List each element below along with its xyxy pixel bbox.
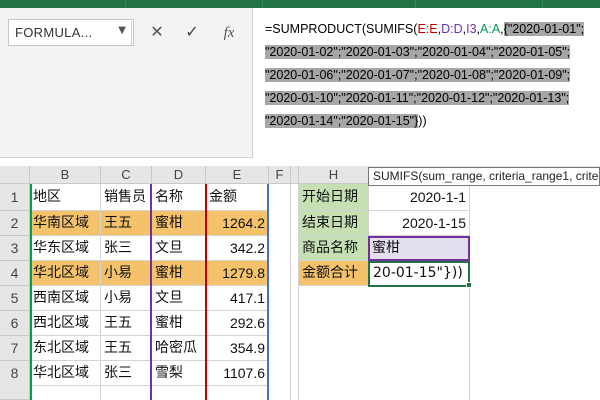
column-header-b[interactable]: B (30, 166, 101, 184)
ribbon-strip (0, 0, 600, 8)
table-cell-amount[interactable]: 417.1 (206, 286, 269, 311)
select-all-corner[interactable] (0, 166, 30, 184)
ribbon-divider (262, 0, 263, 8)
column-g-cells[interactable] (291, 184, 299, 400)
column-f-cells[interactable] (269, 184, 291, 400)
row-header-7[interactable]: 7 (0, 336, 30, 361)
formula-input[interactable]: =SUMPRODUCT(SUMIFS(E:E,D:D,I3,A:A,{"2020… (253, 8, 600, 158)
row-header-8[interactable]: 8 (0, 361, 30, 400)
row-header-1[interactable]: 1 (0, 184, 30, 211)
ribbon-divider (542, 0, 543, 8)
column-header-c[interactable]: C (101, 166, 152, 184)
table-cell-region[interactable]: 西北区域 (30, 311, 101, 336)
table-cell-amount[interactable]: 1264.2 (206, 211, 269, 236)
table-cell-empty[interactable] (152, 386, 206, 400)
name-box[interactable]: FORMULA... ▼ (8, 19, 134, 46)
start-date-value[interactable]: 2020-1-1 (369, 184, 470, 211)
cancel-icon[interactable]: ✕ (146, 22, 168, 44)
formula-array-part: "2020-01-02";"2020-01-03";"2020-01-04";"… (265, 45, 571, 59)
formula-line-5: "2020-01-14";"2020-01-15"})) (265, 110, 584, 133)
table-cell-seller[interactable]: 王五 (101, 336, 152, 361)
row-header-3[interactable]: 3 (0, 236, 30, 261)
table-cell-amount[interactable]: 354.9 (206, 336, 269, 361)
product-name-label[interactable]: 商品名称 (299, 236, 369, 261)
formula-array-end: "2020-01-14";"2020-01-15"} (265, 114, 419, 128)
formula-arg-criteria: I3 (466, 22, 477, 36)
table-cell-seller[interactable]: 张三 (101, 236, 152, 261)
formula-text: =SUMPRODUCT(SUMIFS(E:E,D:D,I3,A:A,{"2020… (265, 18, 585, 133)
table-cell-seller[interactable]: 小易 (101, 261, 152, 286)
ribbon-divider (125, 0, 126, 8)
empty-cells-region[interactable] (470, 184, 600, 400)
table-cell-region[interactable]: 华南区域 (30, 211, 101, 236)
product-name-value[interactable]: 蜜柑 (369, 236, 470, 261)
table-cell-product[interactable]: 蜜柑 (152, 311, 206, 336)
table-cell-seller[interactable]: 王五 (101, 211, 152, 236)
formula-arg-sum-range: E:E (417, 22, 438, 36)
formula-line-4: "2020-01-10";"2020-01-11";"2020-01-12";"… (265, 87, 584, 110)
formula-array-start: {"2020-01-01"; (503, 22, 585, 36)
table-cell-product[interactable]: 蜜柑 (152, 211, 206, 236)
end-date-label[interactable]: 结束日期 (299, 211, 369, 236)
table-cell-seller[interactable]: 张三 (101, 361, 152, 386)
table-cell-product[interactable]: 蜜柑 (152, 261, 206, 286)
table-header-product[interactable]: 名称 (152, 184, 206, 211)
column-header-h[interactable]: H (299, 166, 369, 184)
total-amount-cell-editing[interactable]: 20-01-15"})) (369, 261, 470, 286)
table-cell-region[interactable]: 华东区域 (30, 236, 101, 261)
start-date-label[interactable]: 开始日期 (299, 184, 369, 211)
table-cell-seller[interactable]: 王五 (101, 311, 152, 336)
row-header-5[interactable]: 5 (0, 286, 30, 311)
end-date-value[interactable]: 2020-1-15 (369, 211, 470, 236)
column-header-g[interactable] (291, 166, 299, 184)
table-cell-region[interactable]: 东北区域 (30, 336, 101, 361)
table-cell-product[interactable]: 雪梨 (152, 361, 206, 386)
table-cell-amount[interactable]: 292.6 (206, 311, 269, 336)
enter-icon[interactable]: ✓ (181, 22, 203, 44)
table-header-region[interactable]: 地区 (30, 184, 101, 211)
table-cell-region[interactable]: 西南区域 (30, 286, 101, 311)
row-header-4[interactable]: 4 (0, 261, 30, 286)
chevron-down-icon[interactable]: ▼ (118, 25, 126, 36)
formula-divider (131, 21, 132, 45)
formula-line-2: "2020-01-02";"2020-01-03";"2020-01-04";"… (265, 41, 584, 64)
table-cell-empty[interactable] (101, 386, 152, 400)
table-cell-amount[interactable]: 1279.8 (206, 261, 269, 286)
table-cell-seller[interactable]: 小易 (101, 286, 152, 311)
function-tooltip: SUMIFS(sum_range, criteria_range1, crite… (368, 167, 600, 186)
table-cell-product[interactable]: 文旦 (152, 236, 206, 261)
insert-function-icon[interactable]: fx (218, 22, 240, 44)
formula-suffix: )) (418, 114, 427, 128)
table-cell-region[interactable]: 华北区域 (30, 361, 101, 386)
column-header-d[interactable]: D (152, 166, 206, 184)
worksheet-grid[interactable]: B C D E F H 1 2 3 4 5 6 7 8 地区 销售员 名称 金额… (0, 166, 600, 400)
formula-line-1: =SUMPRODUCT(SUMIFS(E:E,D:D,I3,A:A,{"2020… (265, 22, 585, 36)
table-cell-product[interactable]: 文旦 (152, 286, 206, 311)
table-cell-amount[interactable]: 1107.6 (206, 361, 269, 386)
column-header-e[interactable]: E (206, 166, 269, 184)
table-cell-empty[interactable] (30, 386, 101, 400)
formula-prefix: =SUMPRODUCT(SUMIFS( (265, 22, 418, 36)
name-box-text: FORMULA... (15, 25, 93, 40)
table-cell-product[interactable]: 哈密瓜 (152, 336, 206, 361)
table-cell-amount[interactable]: 342.2 (206, 236, 269, 261)
row-header-2[interactable]: 2 (0, 211, 30, 236)
formula-arg-criteria-range: D:D (441, 22, 463, 36)
table-cell-empty[interactable] (206, 386, 269, 400)
row-header-6[interactable]: 6 (0, 311, 30, 336)
formula-array-part: "2020-01-10";"2020-01-11";"2020-01-12";"… (265, 91, 570, 105)
column-header-f[interactable]: F (269, 166, 291, 184)
empty-cells-region[interactable] (299, 286, 470, 400)
table-cell-region[interactable]: 华北区域 (30, 261, 101, 286)
total-amount-label[interactable]: 金额合计 (299, 261, 369, 286)
table-header-seller[interactable]: 销售员 (101, 184, 152, 211)
formula-arg-date-range: A:A (480, 22, 501, 36)
table-header-amount[interactable]: 金额 (206, 184, 269, 211)
ribbon-divider (415, 0, 416, 8)
formula-array-part: "2020-01-06";"2020-01-07";"2020-01-08";"… (265, 68, 571, 82)
formula-line-3: "2020-01-06";"2020-01-07";"2020-01-08";"… (265, 64, 584, 87)
